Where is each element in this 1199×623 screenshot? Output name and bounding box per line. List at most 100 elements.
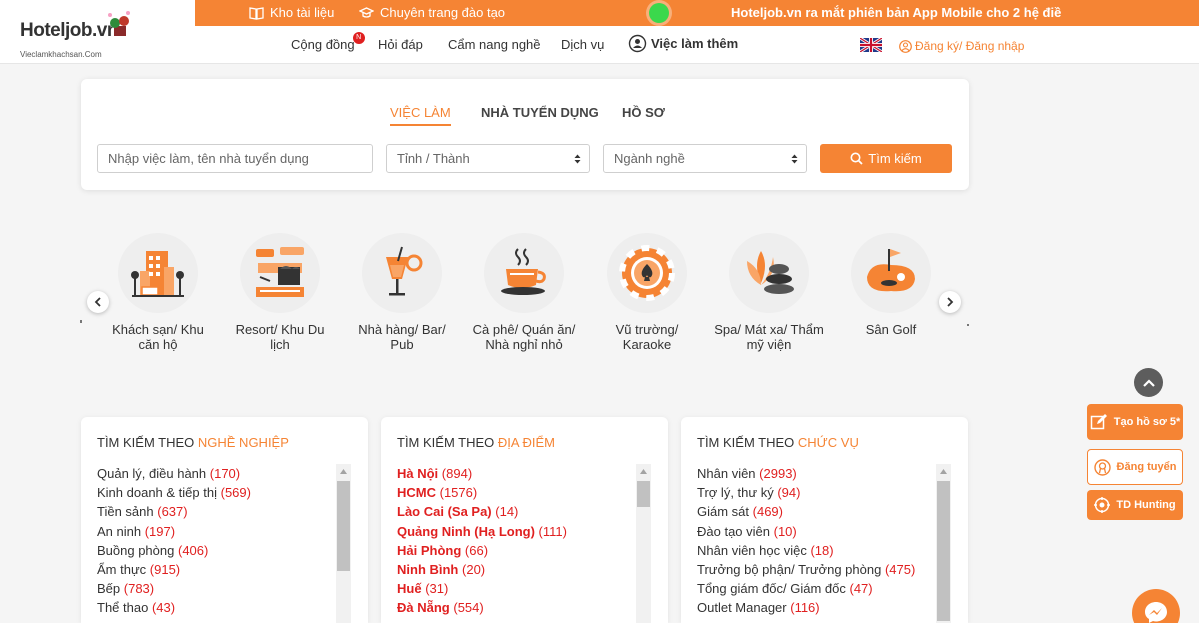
item-name: Trợ lý, thư ký bbox=[697, 485, 774, 501]
scroll-thumb[interactable] bbox=[337, 481, 350, 571]
keyword-input[interactable] bbox=[97, 144, 373, 173]
list-item[interactable]: Buồng phòng (406) bbox=[97, 543, 337, 562]
chevron-right-icon bbox=[947, 297, 954, 307]
item-count: (637) bbox=[157, 504, 188, 520]
category-label: Spa/ Mát xa/ Thẩm mỹ viện bbox=[714, 322, 824, 352]
list-item[interactable]: Kinh doanh & tiếp thị (569) bbox=[97, 485, 337, 504]
item-count: (116) bbox=[790, 600, 820, 616]
nav-community[interactable]: Cộng đồng N bbox=[291, 32, 365, 52]
scroll-up-icon bbox=[340, 468, 347, 474]
scroll-thumb[interactable] bbox=[937, 481, 950, 621]
category-icon-circle bbox=[240, 233, 320, 313]
list-scrollbar[interactable] bbox=[936, 464, 951, 623]
search-icon bbox=[850, 152, 863, 165]
panel-title: TÌM KIẾM THEO NGHỀ NGHIỆP bbox=[97, 435, 289, 450]
list-item[interactable]: Quảng Ninh (Hạ Long) (111) bbox=[397, 524, 637, 543]
scroll-up-icon bbox=[940, 468, 947, 474]
panel-title-prefix: TÌM KIẾM THEO bbox=[397, 435, 498, 450]
item-name: Nhân viên bbox=[697, 466, 756, 481]
category-spa[interactable]: Spa/ Mát xa/ Thẩm mỹ viện bbox=[714, 233, 824, 352]
login-link[interactable]: Đăng ký/ Đăng nhập bbox=[899, 39, 1024, 53]
list-item[interactable]: Ẩm thực (915) bbox=[97, 562, 337, 581]
category-label: Cà phê/ Quán ăn/ Nhà nghỉ nhỏ bbox=[472, 322, 576, 352]
list-item[interactable]: Huế (31) bbox=[397, 581, 637, 600]
online-status-dot bbox=[649, 3, 669, 23]
book-icon bbox=[249, 6, 264, 20]
nav-handbook[interactable]: Cẩm nang nghề bbox=[448, 37, 541, 52]
scroll-up-arrow[interactable] bbox=[336, 464, 351, 478]
list-item[interactable]: Tiền sảnh (637) bbox=[97, 504, 337, 523]
item-count: (47) bbox=[849, 581, 873, 597]
list-item[interactable]: Giám sát (469) bbox=[697, 504, 937, 523]
post-job-button[interactable]: Đăng tuyển bbox=[1087, 449, 1183, 485]
tab-employers[interactable]: NHÀ TUYỂN DỤNG bbox=[481, 105, 599, 120]
list-item[interactable]: Nhân viên học việc (18) bbox=[697, 543, 937, 562]
list-item[interactable]: Tổng giám đốc/ Giám đốc (47) bbox=[697, 581, 937, 600]
category-restaurant[interactable]: Nhà hàng/ Bar/ Pub bbox=[347, 233, 457, 352]
list-scrollbar[interactable] bbox=[336, 464, 351, 623]
category-icon-circle bbox=[607, 233, 687, 313]
casino-chip-icon bbox=[619, 245, 675, 301]
item-name: Hà Nội bbox=[397, 466, 439, 481]
item-count: (111) bbox=[538, 523, 567, 539]
uk-flag-icon[interactable] bbox=[860, 38, 882, 52]
list-item[interactable]: Quản lý, điều hành (170) bbox=[97, 466, 337, 485]
list-item[interactable]: Đào tạo viên (10) bbox=[697, 524, 937, 543]
list-item[interactable]: Lào Cai (Sa Pa) (14) bbox=[397, 504, 637, 523]
nav-services[interactable]: Dịch vụ bbox=[561, 37, 604, 52]
search-card: VIỆC LÀM NHÀ TUYỂN DỤNG HỒ SƠ Tỉnh / Thà… bbox=[81, 79, 969, 190]
scroll-up-arrow[interactable] bbox=[636, 464, 651, 478]
category-resort[interactable]: Resort/ Khu Du lịch bbox=[225, 233, 335, 352]
edit-icon bbox=[1090, 414, 1107, 430]
list-item[interactable]: Thể thao (43) bbox=[97, 600, 337, 619]
list-item[interactable]: Trợ lý, thư ký (94) bbox=[697, 485, 937, 504]
list-item[interactable]: Nhân viên (2993) bbox=[697, 466, 937, 485]
search-button-label: Tìm kiếm bbox=[868, 151, 922, 166]
position-list: Nhân viên (2993) Trợ lý, thư ký (94) Giá… bbox=[697, 466, 937, 620]
list-item[interactable]: Đà Nẵng (554) bbox=[397, 600, 637, 619]
scroll-thumb[interactable] bbox=[637, 481, 650, 507]
list-item[interactable]: An ninh (197) bbox=[97, 524, 337, 543]
list-item[interactable]: Outlet Manager (116) bbox=[697, 600, 937, 619]
industry-select[interactable]: Ngành nghề bbox=[603, 144, 807, 173]
item-name: Thể thao bbox=[97, 600, 149, 616]
category-golf[interactable]: Sân Golf bbox=[836, 233, 946, 337]
list-item[interactable]: Hà Nội (894) bbox=[397, 466, 637, 485]
list-item[interactable]: Hải Phòng (66) bbox=[397, 543, 637, 562]
list-item[interactable]: Trưởng bộ phận/ Trưởng phòng (475) bbox=[697, 562, 937, 581]
category-hotel[interactable]: Khách sạn/ Khu căn hộ bbox=[103, 233, 213, 352]
create-cv-button[interactable]: Tạo hồ sơ 5* bbox=[1087, 404, 1183, 440]
search-button[interactable]: Tìm kiếm bbox=[820, 144, 952, 173]
list-item[interactable]: Ninh Bình (20) bbox=[397, 562, 637, 581]
back-to-top-button[interactable] bbox=[1134, 368, 1163, 397]
item-count: (406) bbox=[177, 542, 209, 558]
nav-qa[interactable]: Hỏi đáp bbox=[378, 37, 423, 52]
carousel-edge-mark bbox=[967, 324, 969, 326]
td-hunting-button[interactable]: TD Hunting bbox=[1087, 490, 1183, 520]
item-count: (31) bbox=[425, 581, 449, 597]
list-item[interactable]: Bếp (783) bbox=[97, 581, 337, 600]
item-name: Quản lý, điều hành bbox=[97, 466, 207, 481]
item-count: (469) bbox=[752, 504, 783, 520]
tab-jobs[interactable]: VIỆC LÀM bbox=[390, 105, 451, 126]
list-scrollbar[interactable] bbox=[636, 464, 651, 623]
select-arrows-icon bbox=[574, 154, 581, 164]
messenger-button[interactable] bbox=[1132, 589, 1180, 623]
category-karaoke[interactable]: Vũ trường/ Karaoke bbox=[592, 233, 702, 352]
item-name: Đà Nẵng bbox=[397, 600, 450, 616]
category-icon-circle bbox=[118, 233, 198, 313]
library-link[interactable]: Kho tài liệu bbox=[249, 5, 334, 20]
spa-stones-icon bbox=[747, 251, 794, 294]
select-arrows-icon bbox=[791, 154, 798, 164]
nav-extra-jobs[interactable]: Việc làm thêm bbox=[628, 34, 738, 53]
list-item[interactable]: HCMC (1576) bbox=[397, 485, 637, 504]
item-count: (554) bbox=[453, 600, 484, 616]
scroll-up-arrow[interactable] bbox=[936, 464, 951, 478]
training-link[interactable]: Chuyên trang đào tạo bbox=[359, 5, 505, 20]
training-label: Chuyên trang đào tạo bbox=[380, 5, 506, 20]
tab-profiles[interactable]: HỒ SƠ bbox=[622, 105, 665, 120]
category-label: Nhà hàng/ Bar/ Pub bbox=[358, 322, 446, 352]
province-select[interactable]: Tỉnh / Thành bbox=[386, 144, 590, 173]
category-cafe[interactable]: Cà phê/ Quán ăn/ Nhà nghỉ nhỏ bbox=[469, 233, 579, 352]
announcement-marquee[interactable]: Hoteljob.vn ra mắt phiên bản App Mobile … bbox=[731, 5, 1061, 20]
